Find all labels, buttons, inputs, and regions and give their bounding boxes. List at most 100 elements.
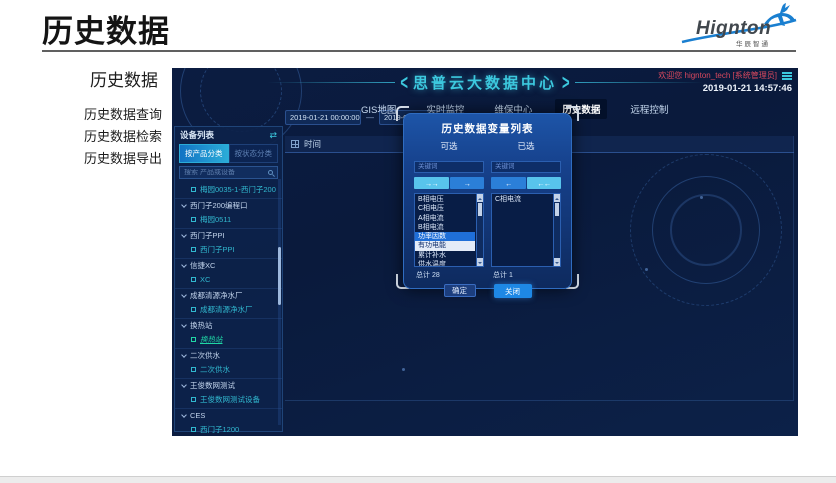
available-total: 总计 28 (414, 270, 484, 280)
variable-option[interactable]: B相电压 (415, 195, 475, 204)
close-button[interactable]: 关闭 (494, 284, 532, 298)
tree-item[interactable]: 成都清源净水厂 (175, 288, 282, 302)
modal-title: 历史数据变量列表 (404, 114, 571, 136)
tree-item-icon (191, 307, 196, 312)
sidebar-item[interactable]: 历史数据查询 (84, 108, 162, 122)
sidebar-item[interactable]: 历史数据检索 (84, 130, 162, 144)
variable-option[interactable]: 供水温度 (415, 260, 475, 267)
variable-option[interactable]: C相电压 (415, 204, 475, 213)
decor-dot (645, 268, 648, 271)
tree-item[interactable]: 换热站 (175, 318, 282, 332)
tree-item[interactable]: 换热站 (175, 332, 282, 346)
scrollbar-thumb[interactable] (555, 203, 559, 216)
available-search-input[interactable] (414, 161, 484, 173)
panel-tab[interactable]: 按产品分类 (179, 144, 229, 163)
tree-item[interactable]: 信捷XC (175, 258, 282, 272)
move-left-button[interactable]: ← (491, 177, 526, 189)
tree-item-icon (191, 397, 196, 402)
scrollbar-thumb[interactable] (478, 203, 482, 216)
selected-column: 已选 ← ←← C相电流 (491, 140, 561, 280)
tree-item-label: 换热站 (190, 320, 213, 331)
tree-item[interactable]: CES (175, 408, 282, 422)
tree-item-label: 信捷XC (190, 260, 215, 271)
tree-item-icon (181, 322, 187, 328)
device-panel: 设备列表 ⇄ 按产品分类 按状态分类 梅园0035-1-西门子20 (174, 126, 283, 432)
title-divider (42, 50, 796, 52)
scrollbar-thumb[interactable] (278, 247, 281, 305)
tree-item-label: 王俊数网测试 (190, 380, 235, 391)
scroll-down-arrow[interactable] (554, 258, 560, 266)
available-column: 可选 →→ → B相电压 C相电压 (414, 140, 484, 280)
tree-item-label: 成都清源净水厂 (190, 290, 243, 301)
tree-scrollbar[interactable] (278, 179, 281, 425)
tree-item-icon (181, 352, 187, 358)
menu-icon[interactable] (782, 72, 792, 74)
tree-item-label: CES (190, 411, 205, 420)
selected-search-input[interactable] (491, 161, 561, 173)
tree-item[interactable]: 西门子1200 (175, 422, 282, 434)
tree-item-icon (191, 187, 196, 192)
tree-item-icon (191, 337, 196, 342)
device-search[interactable] (179, 166, 278, 179)
confirm-button[interactable]: 确定 (444, 284, 476, 297)
available-label: 可选 (414, 140, 484, 152)
tree-item[interactable]: 西门子PPI (175, 228, 282, 242)
sidebar-heading: 历史数据 (90, 66, 158, 91)
variable-option[interactable]: C相电流 (492, 195, 552, 204)
tree-item-icon (191, 217, 196, 222)
tree-item[interactable]: 西门子PPI (175, 242, 282, 256)
datetime-text: 2019-01-21 14:57:46 (658, 83, 792, 94)
angle-bracket-left: < (400, 71, 408, 95)
sidebar-item[interactable]: 历史数据导出 (84, 152, 162, 166)
scroll-up-arrow[interactable] (477, 194, 483, 202)
tree-item[interactable]: 梅园0035-1-西门子200 (175, 182, 282, 196)
tree-item-label: 换热站 (200, 334, 223, 345)
scroll-up-arrow[interactable] (554, 194, 560, 202)
dashboard-screenshot: < 思普云大数据中心 > 欢迎您 hignton_tech [系统管理员] 20… (172, 68, 798, 436)
move-all-left-button[interactable]: ←← (527, 177, 562, 189)
tree-item[interactable]: 王俊数网测试 (175, 378, 282, 392)
move-right-button[interactable]: → (450, 177, 485, 189)
panel-tab[interactable]: 按状态分类 (229, 144, 279, 163)
available-list-scrollbar[interactable] (476, 194, 483, 266)
selected-label: 已选 (491, 140, 561, 152)
decor-ring (670, 194, 742, 266)
device-search-input[interactable] (184, 169, 268, 176)
variable-option[interactable]: 有功电能 (415, 241, 475, 250)
content-border (793, 136, 794, 400)
tree-item-icon (181, 292, 187, 298)
logo-subtitle: 华辰智通 (736, 38, 770, 48)
variable-option[interactable]: 累计补水 (415, 251, 475, 260)
welcome-text: 欢迎您 hignton_tech [系统管理员] (658, 70, 777, 81)
selected-list-scrollbar[interactable] (553, 194, 560, 266)
tree-item[interactable]: 梅园0511 (175, 212, 282, 226)
variable-list-modal: 历史数据变量列表 可选 →→ → B相电压 (403, 113, 572, 289)
dashboard-title: 思普云大数据中心 (413, 72, 557, 93)
tree-item-icon (181, 262, 187, 268)
move-all-right-button[interactable]: →→ (414, 177, 449, 189)
tree-item-label: 王俊数网测试设备 (200, 394, 260, 405)
variable-option[interactable]: 功率因数 (415, 232, 475, 241)
page-title: 历史数据 (42, 6, 170, 51)
nav-tab[interactable]: 远程控制 (623, 99, 675, 119)
tree-item-icon (181, 382, 187, 388)
device-panel-tabs: 按产品分类 按状态分类 (179, 144, 278, 163)
slide: 历史数据 Hignton 华辰智通 历史数据 历史数据查询 历史数据检索 历史数… (0, 0, 836, 483)
tree-item[interactable]: 王俊数网测试设备 (175, 392, 282, 406)
footer-strip (0, 476, 836, 483)
scroll-down-arrow[interactable] (477, 258, 483, 266)
tree-item-icon (191, 367, 196, 372)
collapse-icon[interactable]: ⇄ (269, 130, 277, 141)
tree-item[interactable]: 西门子200编程口 (175, 198, 282, 212)
variable-option[interactable]: B相电流 (415, 223, 475, 232)
selected-list: C相电流 (491, 193, 561, 267)
tree-item[interactable]: 二次供水 (175, 362, 282, 376)
time-column-header: 时间 (304, 138, 321, 150)
tree-item-label: 西门子PPI (190, 230, 225, 241)
tree-item[interactable]: 二次供水 (175, 348, 282, 362)
device-panel-title: 设备列表 (180, 129, 214, 141)
decor-dot (700, 196, 703, 199)
tree-item[interactable]: XC (175, 272, 282, 286)
tree-item[interactable]: 成都清源净水厂 (175, 302, 282, 316)
variable-option[interactable]: A相电流 (415, 214, 475, 223)
